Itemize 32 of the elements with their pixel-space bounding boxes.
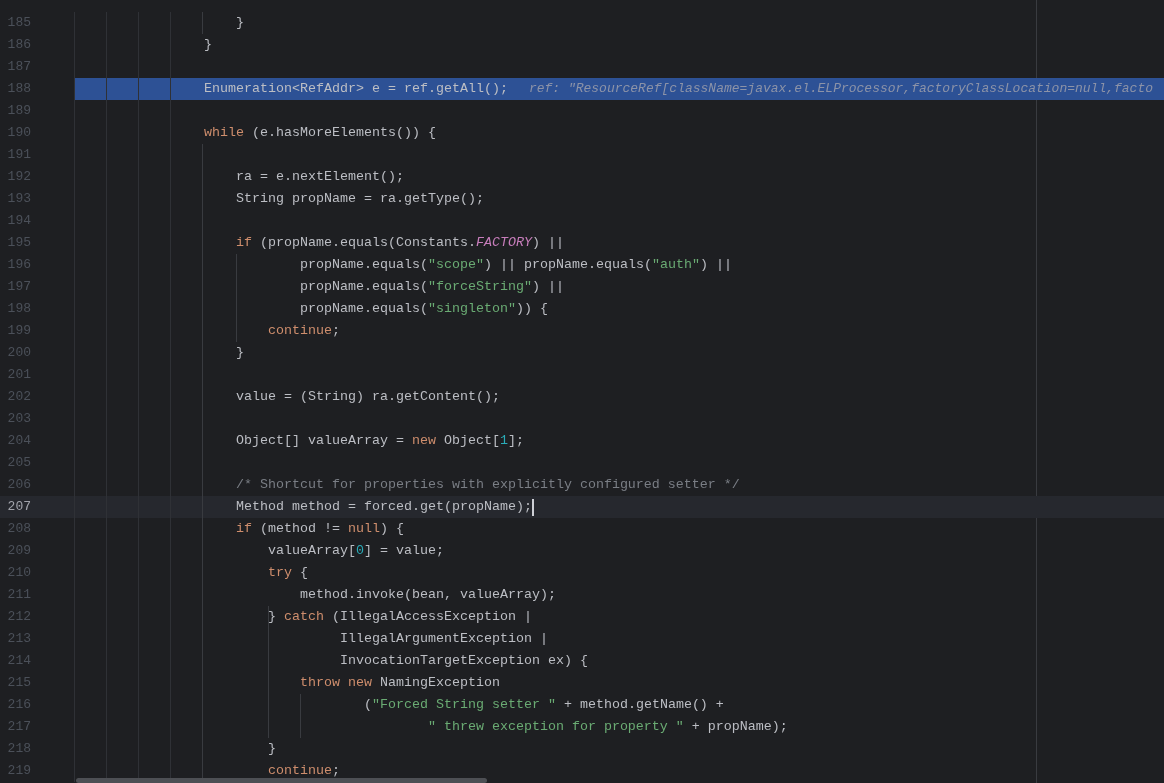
code-line: ("Forced String setter " + method.getName() + [362,696,724,714]
code-line: ra = e.nextElement(); [234,168,404,186]
line-number: 207 [6,498,31,517]
code-line: propName.equals("singleton")) { [298,300,548,318]
code-line: Method method = forced.get(propName); [234,498,532,516]
code-line: while (e.hasMoreElements()) { [202,124,436,142]
code-line: if (propName.equals(Constants.FACTORY) || [234,234,564,252]
code-line: continue; [266,762,340,780]
code-line: value = (String) ra.getContent(); [234,388,500,406]
code-line: } catch (IllegalAccessException | [266,608,532,626]
horizontal-scrollbar[interactable] [76,778,487,783]
code-line: valueArray[0] = value; [266,542,444,560]
code-line: InvocationTargetException ex) { [338,652,588,670]
code-line: " threw exception for property " + propName); [426,718,788,736]
code-line: } [266,740,276,758]
inline-value-hint: ref: "ResourceRef[className=javax.el.ELProcessor,factoryClassLocation=null,facto [528,80,1153,99]
code-line: propName.equals("forceString") || [298,278,564,296]
code-line: IllegalArgumentException | [338,630,548,648]
code-line: continue; [266,322,340,340]
code-line: try { [266,564,308,582]
code-line: Enumeration<RefAddr> e = ref.getAll(); [202,80,508,98]
code-line: } [202,36,212,54]
code-line: method.invoke(bean, valueArray); [298,586,556,604]
code-line: /* Shortcut for properties with explicitly configured setter */ [234,476,740,494]
code-line: } [234,344,244,362]
code-line: } [234,14,244,32]
code-line: propName.equals("scope") || propName.equals("auth") || [298,256,732,274]
code-line: Object[] valueArray = new Object[1]; [234,432,524,450]
code-line: String propName = ra.getType(); [234,190,484,208]
text-caret [531,498,534,516]
code-line: throw new NamingException [298,674,500,692]
code-line: if (method != null) { [234,520,404,538]
